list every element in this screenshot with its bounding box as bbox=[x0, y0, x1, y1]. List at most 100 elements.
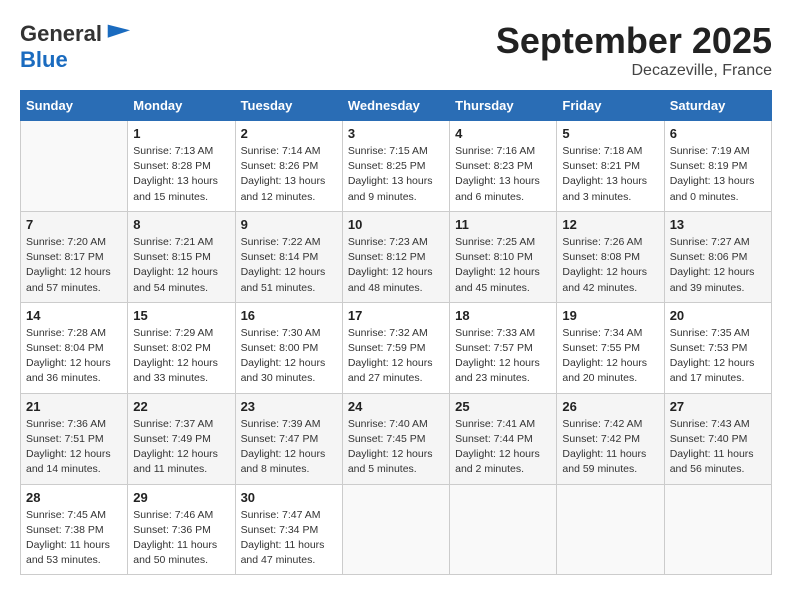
calendar-day-cell: 13Sunrise: 7:27 AM Sunset: 8:06 PM Dayli… bbox=[664, 211, 771, 302]
day-info: Sunrise: 7:30 AM Sunset: 8:00 PM Dayligh… bbox=[241, 326, 337, 387]
day-info: Sunrise: 7:25 AM Sunset: 8:10 PM Dayligh… bbox=[455, 235, 551, 296]
location-subtitle: Decazeville, France bbox=[496, 62, 772, 80]
calendar-week-row: 7 Sunrise: 7:20 AM Sunset: 8:17 PM Daylig… bbox=[21, 211, 772, 302]
calendar-day-cell: 22Sunrise: 7:37 AM Sunset: 7:49 PM Dayli… bbox=[128, 393, 235, 484]
day-number: 26 bbox=[562, 399, 658, 414]
logo-blue-text: Blue bbox=[20, 47, 68, 72]
calendar-day-cell: 21 Sunrise: 7:36 AM Sunset: 7:51 PM Dayli… bbox=[21, 393, 128, 484]
day-info: Sunrise: 7:19 AM Sunset: 8:19 PM Dayligh… bbox=[670, 144, 766, 205]
calendar-day-cell: 4 Sunrise: 7:16 AM Sunset: 8:23 PM Daylig… bbox=[450, 121, 557, 212]
day-info: Sunrise: 7:47 AM Sunset: 7:34 PM Dayligh… bbox=[241, 508, 337, 569]
day-info: Sunrise: 7:40 AM Sunset: 7:45 PM Dayligh… bbox=[348, 417, 444, 478]
day-number: 14 bbox=[26, 308, 122, 323]
day-info: Sunrise: 7:41 AM Sunset: 7:44 PM Dayligh… bbox=[455, 417, 551, 478]
logo-general-text: General bbox=[20, 22, 102, 46]
day-number: 30 bbox=[241, 490, 337, 505]
calendar-table: SundayMondayTuesdayWednesdayThursdayFrid… bbox=[20, 90, 772, 575]
day-info: Sunrise: 7:42 AM Sunset: 7:42 PM Dayligh… bbox=[562, 417, 658, 478]
day-info: Sunrise: 7:36 AM Sunset: 7:51 PM Dayligh… bbox=[26, 417, 122, 478]
day-info: Sunrise: 7:46 AM Sunset: 7:36 PM Dayligh… bbox=[133, 508, 229, 569]
calendar-day-cell bbox=[557, 484, 664, 575]
calendar-body: 1Sunrise: 7:13 AM Sunset: 8:28 PM Daylig… bbox=[21, 121, 772, 575]
calendar-day-cell: 30 Sunrise: 7:47 AM Sunset: 7:34 PM Dayli… bbox=[235, 484, 342, 575]
day-number: 23 bbox=[241, 399, 337, 414]
calendar-day-cell bbox=[21, 121, 128, 212]
calendar-day-cell: 11 Sunrise: 7:25 AM Sunset: 8:10 PM Dayli… bbox=[450, 211, 557, 302]
day-number: 4 bbox=[455, 126, 551, 141]
weekday-header-cell: Sunday bbox=[21, 91, 128, 121]
day-info: Sunrise: 7:18 AM Sunset: 8:21 PM Dayligh… bbox=[562, 144, 658, 205]
day-info: Sunrise: 7:13 AM Sunset: 8:28 PM Dayligh… bbox=[133, 144, 229, 205]
day-number: 19 bbox=[562, 308, 658, 323]
calendar-day-cell: 29 Sunrise: 7:46 AM Sunset: 7:36 PM Dayli… bbox=[128, 484, 235, 575]
day-info: Sunrise: 7:39 AM Sunset: 7:47 PM Dayligh… bbox=[241, 417, 337, 478]
calendar-week-row: 14 Sunrise: 7:28 AM Sunset: 8:04 PM Dayli… bbox=[21, 302, 772, 393]
day-info: Sunrise: 7:28 AM Sunset: 8:04 PM Dayligh… bbox=[26, 326, 122, 387]
day-info: Sunrise: 7:32 AM Sunset: 7:59 PM Dayligh… bbox=[348, 326, 444, 387]
day-info: Sunrise: 7:43 AM Sunset: 7:40 PM Dayligh… bbox=[670, 417, 766, 478]
calendar-day-cell: 28 Sunrise: 7:45 AM Sunset: 7:38 PM Dayli… bbox=[21, 484, 128, 575]
title-block: September 2025 Decazeville, France bbox=[496, 20, 772, 80]
day-number: 13 bbox=[670, 217, 766, 232]
day-number: 17 bbox=[348, 308, 444, 323]
calendar-day-cell: 16Sunrise: 7:30 AM Sunset: 8:00 PM Dayli… bbox=[235, 302, 342, 393]
weekday-header-cell: Friday bbox=[557, 91, 664, 121]
page-header: General Blue September 2025 Decazeville,… bbox=[20, 20, 772, 80]
day-number: 5 bbox=[562, 126, 658, 141]
day-number: 15 bbox=[133, 308, 229, 323]
day-number: 7 bbox=[26, 217, 122, 232]
calendar-day-cell: 27 Sunrise: 7:43 AM Sunset: 7:40 PM Dayli… bbox=[664, 393, 771, 484]
day-info: Sunrise: 7:14 AM Sunset: 8:26 PM Dayligh… bbox=[241, 144, 337, 205]
day-info: Sunrise: 7:16 AM Sunset: 8:23 PM Dayligh… bbox=[455, 144, 551, 205]
day-info: Sunrise: 7:23 AM Sunset: 8:12 PM Dayligh… bbox=[348, 235, 444, 296]
calendar-day-cell: 20Sunrise: 7:35 AM Sunset: 7:53 PM Dayli… bbox=[664, 302, 771, 393]
day-info: Sunrise: 7:35 AM Sunset: 7:53 PM Dayligh… bbox=[670, 326, 766, 387]
day-info: Sunrise: 7:21 AM Sunset: 8:15 PM Dayligh… bbox=[133, 235, 229, 296]
calendar-day-cell: 17 Sunrise: 7:32 AM Sunset: 7:59 PM Dayli… bbox=[342, 302, 449, 393]
calendar-day-cell: 12 Sunrise: 7:26 AM Sunset: 8:08 PM Dayli… bbox=[557, 211, 664, 302]
calendar-week-row: 28 Sunrise: 7:45 AM Sunset: 7:38 PM Dayli… bbox=[21, 484, 772, 575]
calendar-day-cell: 25 Sunrise: 7:41 AM Sunset: 7:44 PM Dayli… bbox=[450, 393, 557, 484]
day-number: 8 bbox=[133, 217, 229, 232]
calendar-day-cell: 10Sunrise: 7:23 AM Sunset: 8:12 PM Dayli… bbox=[342, 211, 449, 302]
day-number: 21 bbox=[26, 399, 122, 414]
calendar-day-cell: 1Sunrise: 7:13 AM Sunset: 8:28 PM Daylig… bbox=[128, 121, 235, 212]
calendar-day-cell: 18 Sunrise: 7:33 AM Sunset: 7:57 PM Dayli… bbox=[450, 302, 557, 393]
day-number: 24 bbox=[348, 399, 444, 414]
day-info: Sunrise: 7:20 AM Sunset: 8:17 PM Dayligh… bbox=[26, 235, 122, 296]
day-number: 28 bbox=[26, 490, 122, 505]
day-info: Sunrise: 7:34 AM Sunset: 7:55 PM Dayligh… bbox=[562, 326, 658, 387]
weekday-header-cell: Saturday bbox=[664, 91, 771, 121]
calendar-week-row: 1Sunrise: 7:13 AM Sunset: 8:28 PM Daylig… bbox=[21, 121, 772, 212]
day-number: 18 bbox=[455, 308, 551, 323]
weekday-header-cell: Thursday bbox=[450, 91, 557, 121]
day-info: Sunrise: 7:29 AM Sunset: 8:02 PM Dayligh… bbox=[133, 326, 229, 387]
calendar-day-cell: 19 Sunrise: 7:34 AM Sunset: 7:55 PM Dayli… bbox=[557, 302, 664, 393]
day-number: 27 bbox=[670, 399, 766, 414]
day-number: 29 bbox=[133, 490, 229, 505]
logo: General Blue bbox=[20, 20, 132, 72]
day-info: Sunrise: 7:33 AM Sunset: 7:57 PM Dayligh… bbox=[455, 326, 551, 387]
calendar-day-cell: 3Sunrise: 7:15 AM Sunset: 8:25 PM Daylig… bbox=[342, 121, 449, 212]
day-number: 25 bbox=[455, 399, 551, 414]
day-number: 12 bbox=[562, 217, 658, 232]
calendar-day-cell: 14 Sunrise: 7:28 AM Sunset: 8:04 PM Dayli… bbox=[21, 302, 128, 393]
weekday-header-row: SundayMondayTuesdayWednesdayThursdayFrid… bbox=[21, 91, 772, 121]
logo-flag-icon bbox=[104, 20, 132, 48]
calendar-day-cell: 8 Sunrise: 7:21 AM Sunset: 8:15 PM Daylig… bbox=[128, 211, 235, 302]
calendar-day-cell bbox=[342, 484, 449, 575]
day-info: Sunrise: 7:22 AM Sunset: 8:14 PM Dayligh… bbox=[241, 235, 337, 296]
day-info: Sunrise: 7:26 AM Sunset: 8:08 PM Dayligh… bbox=[562, 235, 658, 296]
day-number: 11 bbox=[455, 217, 551, 232]
calendar-day-cell: 2Sunrise: 7:14 AM Sunset: 8:26 PM Daylig… bbox=[235, 121, 342, 212]
day-number: 9 bbox=[241, 217, 337, 232]
day-number: 22 bbox=[133, 399, 229, 414]
calendar-day-cell: 6 Sunrise: 7:19 AM Sunset: 8:19 PM Daylig… bbox=[664, 121, 771, 212]
calendar-day-cell: 23 Sunrise: 7:39 AM Sunset: 7:47 PM Dayli… bbox=[235, 393, 342, 484]
day-number: 6 bbox=[670, 126, 766, 141]
calendar-day-cell bbox=[664, 484, 771, 575]
calendar-day-cell: 5 Sunrise: 7:18 AM Sunset: 8:21 PM Daylig… bbox=[557, 121, 664, 212]
day-info: Sunrise: 7:45 AM Sunset: 7:38 PM Dayligh… bbox=[26, 508, 122, 569]
weekday-header-cell: Wednesday bbox=[342, 91, 449, 121]
calendar-day-cell: 9 Sunrise: 7:22 AM Sunset: 8:14 PM Daylig… bbox=[235, 211, 342, 302]
